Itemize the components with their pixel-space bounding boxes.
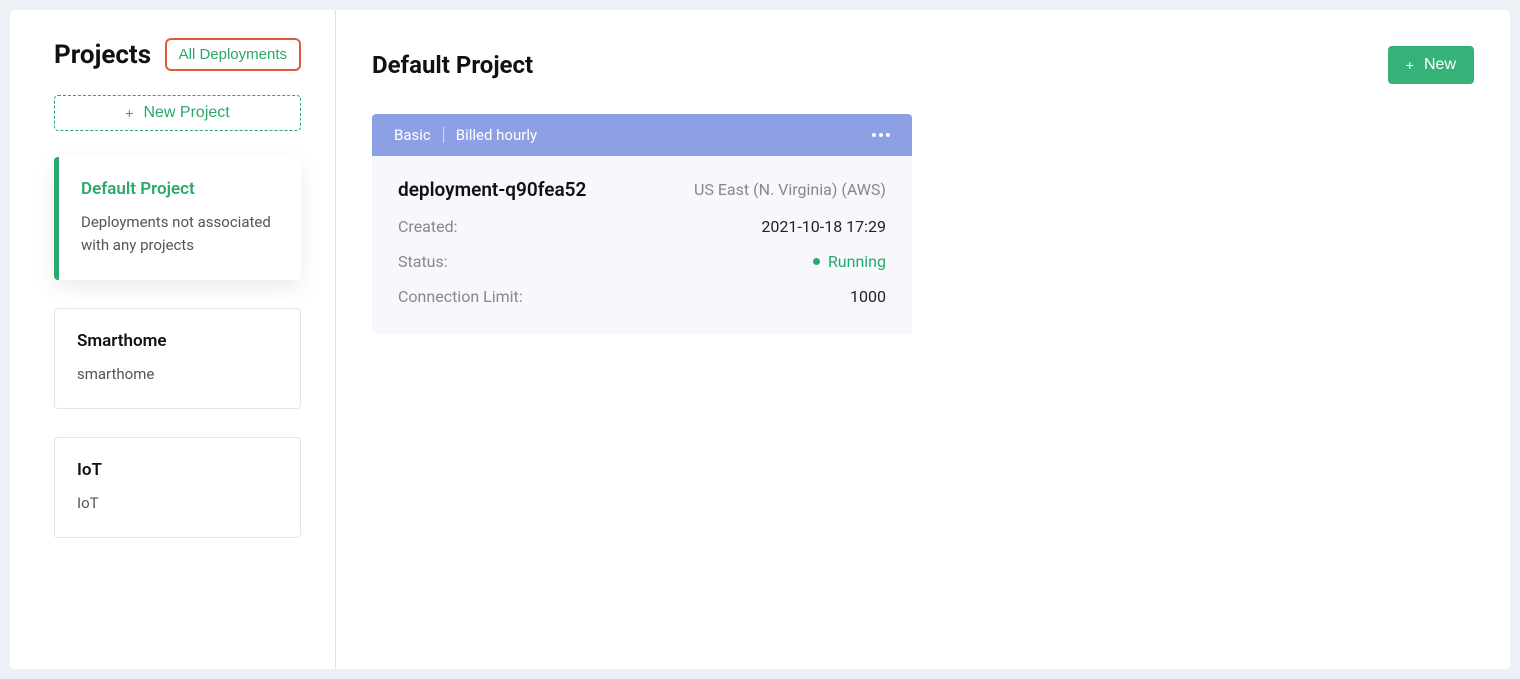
deployment-card-body: deployment-q90fea52 US East (N. Virginia… bbox=[372, 156, 912, 334]
main-content: Default Project + New Basic Billed hourl… bbox=[336, 10, 1510, 669]
project-name: Default Project bbox=[81, 179, 279, 199]
deployment-name: deployment-q90fea52 bbox=[398, 178, 586, 201]
plus-icon: + bbox=[1406, 58, 1414, 72]
project-card-iot[interactable]: IoT IoT bbox=[54, 437, 301, 538]
plus-icon: + bbox=[125, 106, 133, 120]
status-value: Running bbox=[828, 252, 886, 271]
project-desc: IoT bbox=[77, 492, 278, 515]
project-card-smarthome[interactable]: Smarthome smarthome bbox=[54, 308, 301, 409]
project-name: Smarthome bbox=[77, 331, 278, 351]
more-icon[interactable] bbox=[872, 133, 890, 137]
divider bbox=[443, 127, 444, 143]
created-label: Created: bbox=[398, 217, 458, 236]
deployment-card-header: Basic Billed hourly bbox=[372, 114, 912, 156]
new-project-label: New Project bbox=[143, 104, 229, 122]
status-label: Status: bbox=[398, 252, 448, 271]
project-name: IoT bbox=[77, 460, 278, 480]
sidebar-header: Projects All Deployments bbox=[54, 38, 301, 71]
new-deployment-button[interactable]: + New bbox=[1388, 46, 1474, 84]
connection-limit-value: 1000 bbox=[850, 287, 886, 306]
all-deployments-button[interactable]: All Deployments bbox=[165, 38, 301, 71]
new-project-button[interactable]: + New Project bbox=[54, 95, 301, 131]
connection-limit-label: Connection Limit: bbox=[398, 287, 523, 306]
main-header: Default Project + New bbox=[372, 46, 1474, 84]
deployment-tier: Basic bbox=[394, 126, 431, 144]
created-value: 2021-10-18 17:29 bbox=[761, 217, 886, 236]
status-dot-icon bbox=[813, 258, 820, 265]
deployment-region: US East (N. Virginia) (AWS) bbox=[694, 180, 886, 199]
project-desc: Deployments not associated with any proj… bbox=[81, 211, 279, 258]
sidebar: Projects All Deployments + New Project D… bbox=[10, 10, 336, 669]
page-title: Default Project bbox=[372, 51, 533, 79]
deployment-header-left: Basic Billed hourly bbox=[394, 126, 537, 144]
new-button-label: New bbox=[1424, 56, 1456, 74]
project-desc: smarthome bbox=[77, 363, 278, 386]
project-card-default[interactable]: Default Project Deployments not associat… bbox=[54, 157, 301, 280]
status-badge: Running bbox=[813, 252, 886, 271]
projects-title: Projects bbox=[54, 40, 151, 70]
deployment-billing: Billed hourly bbox=[456, 126, 537, 144]
deployment-card[interactable]: Basic Billed hourly deployment-q90fea52 … bbox=[372, 114, 912, 334]
